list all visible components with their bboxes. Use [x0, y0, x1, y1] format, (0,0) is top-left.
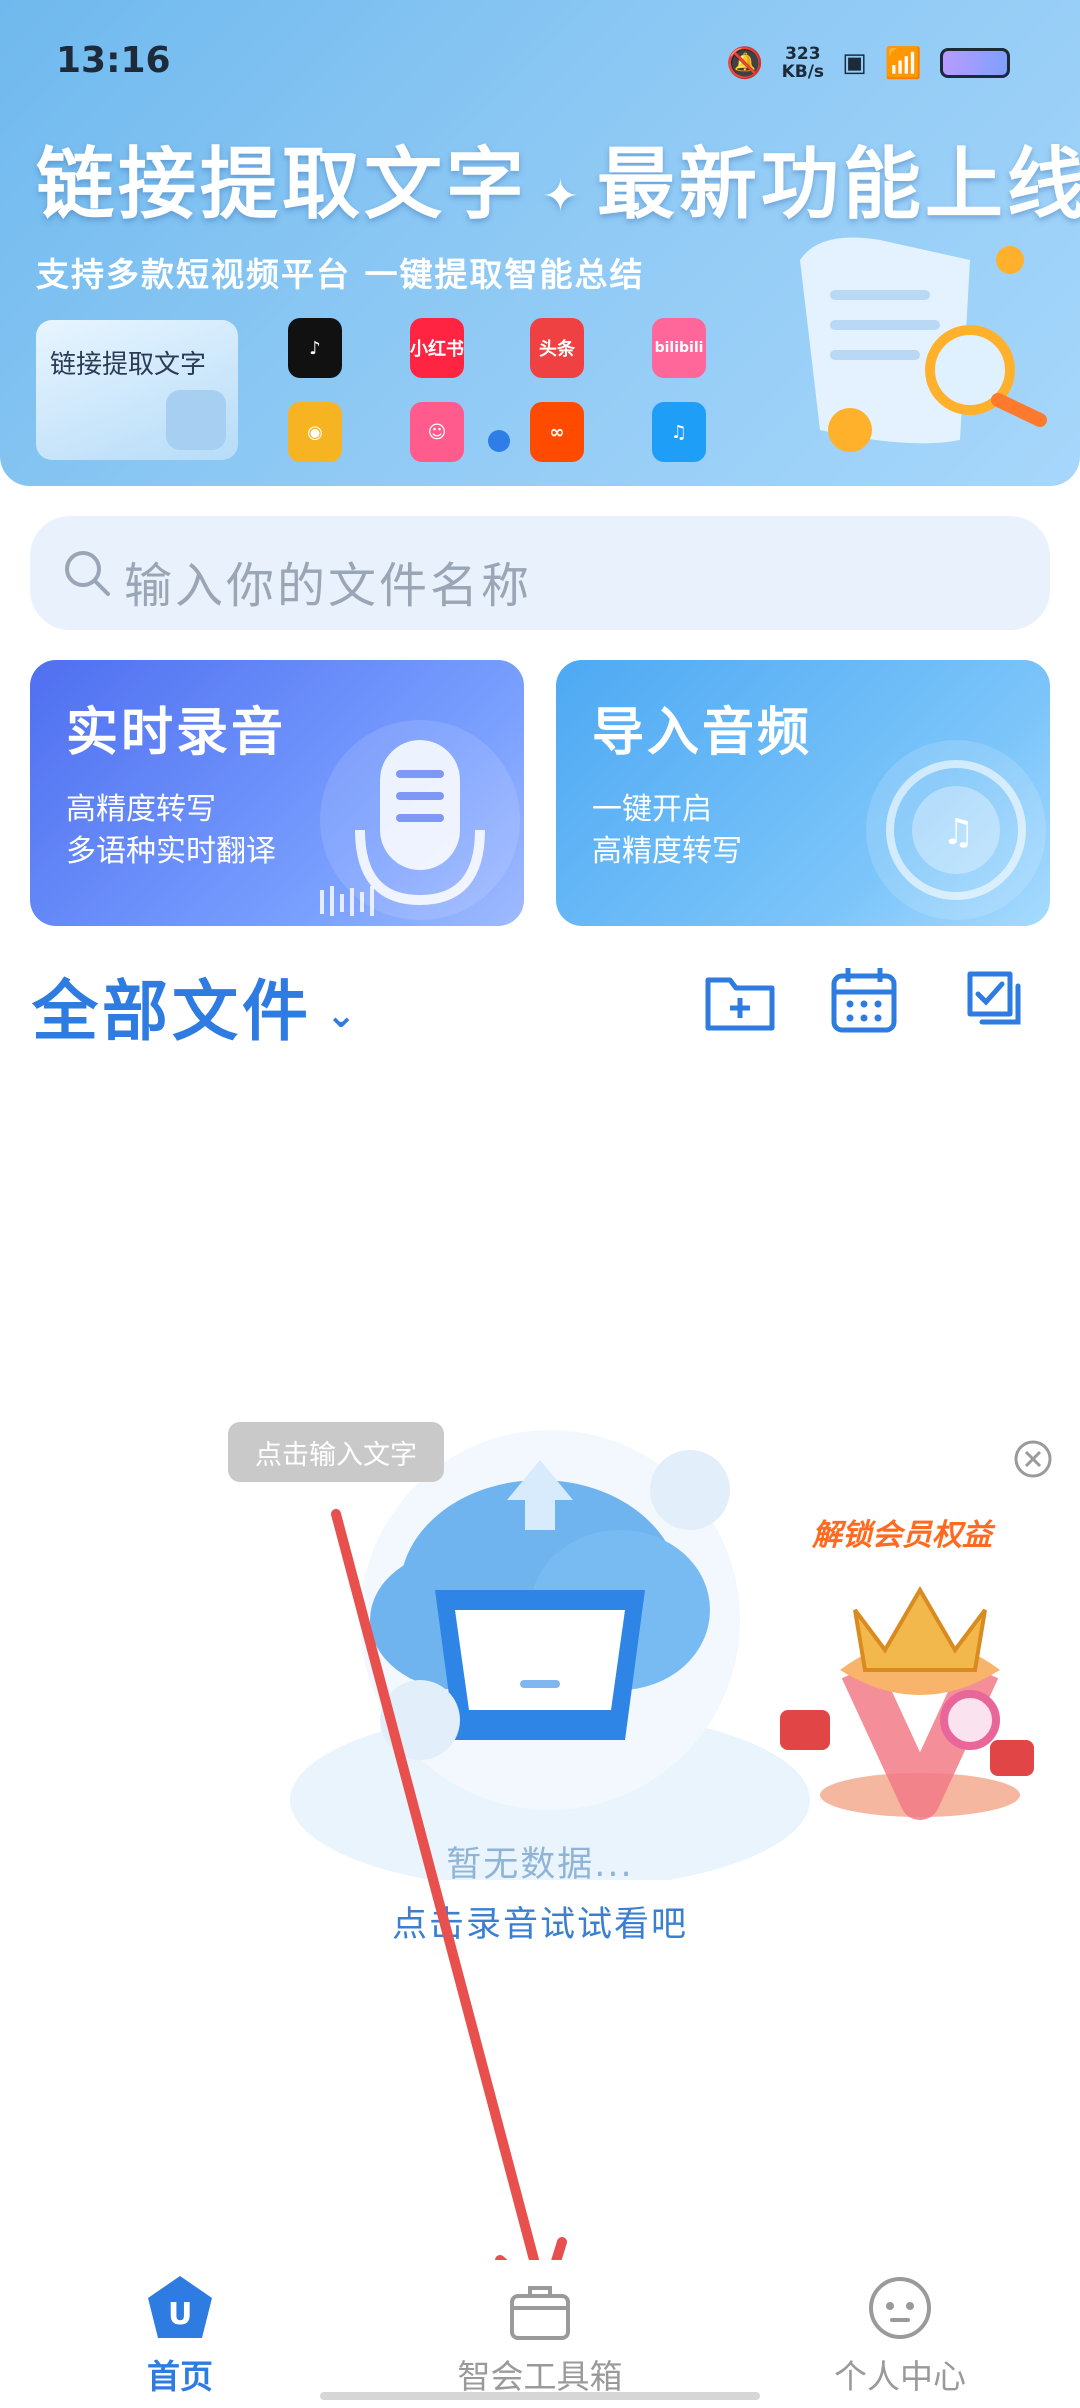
mute-icon: 🔕 [726, 45, 764, 81]
toolbox-icon [510, 2286, 570, 2340]
qq-music-icon: ♫ [652, 402, 706, 462]
link-extract-card[interactable]: 链接提取文字 [36, 320, 238, 460]
promo-banner[interactable]: 13:16 🔕 323 KB/s ▣ 📶 链接提取文字 ✦ 最新功能上线 支持多款短视… [0, 0, 1080, 486]
chevron-down-icon: ⌄ [326, 995, 361, 1037]
import-card-title: 导入音频 [592, 703, 813, 763]
bilibili-icon: bilibili [652, 318, 706, 378]
battery-icon [940, 48, 1010, 78]
kuaishou-icon: ∞ [530, 402, 584, 462]
nav-toolbox-label: 智会工具箱 [457, 2357, 623, 2396]
new-folder-icon[interactable] [700, 960, 780, 1040]
calendar-icon[interactable] [824, 960, 904, 1040]
wifi-icon: 📶 [884, 45, 922, 81]
annotation-arrow [331, 1509, 567, 2305]
import-audio-card[interactable]: ♫ 导入音频 一键开启 高精度转写 [556, 660, 1050, 926]
all-files-dropdown[interactable]: 全部文件 ⌄ [32, 958, 360, 1054]
nav-profile-label: 个人中心 [834, 2357, 966, 2396]
nav-home[interactable]: U 首页 [30, 2260, 330, 2408]
realtime-record-card[interactable]: 实时录音 高精度转写 多语种实时翻译 [30, 660, 524, 926]
record-card-title: 实时录音 [66, 703, 287, 763]
import-card-line1: 一键开启 [592, 792, 712, 827]
weibo-icon: ◉ [288, 402, 342, 462]
nav-toolbox[interactable]: 智会工具箱 [390, 2260, 690, 2408]
import-card-line2: 高精度转写 [592, 834, 742, 869]
audio-file-icon: ♫ [866, 740, 1046, 920]
banner-subtitle: 支持多款短视频平台 一键提取智能总结 [36, 255, 645, 294]
network-speed: 323 KB/s [781, 44, 825, 82]
status-time: 13:16 [56, 40, 171, 81]
record-card-line1: 高精度转写 [66, 792, 216, 827]
close-icon[interactable] [1012, 1438, 1054, 1480]
microphone-icon [320, 720, 520, 920]
nav-home-label: 首页 [147, 2357, 213, 2396]
svg-text:♫: ♫ [942, 812, 974, 853]
search-placeholder: 输入你的文件名称 [124, 558, 533, 614]
crown-vip-icon[interactable] [770, 1550, 1050, 1820]
status-bar-icons: 🔕 323 KB/s ▣ 📶 [726, 40, 1010, 86]
banner-title: 链接提取文字 ✦ 最新功能上线 [36, 140, 1080, 230]
search-icon [65, 551, 110, 596]
xiaohongshu-icon: 小红书 [410, 318, 464, 378]
input-text-hint[interactable]: 点击输入文字 [228, 1422, 444, 1482]
image-icon [166, 390, 226, 450]
pipixia-icon: ☺ [410, 402, 464, 462]
toutiao-icon: 头条 [530, 318, 584, 378]
record-card-line2: 多语种实时翻译 [66, 834, 276, 869]
search-input[interactable]: 输入你的文件名称 [30, 516, 1050, 630]
bottom-navigation: U 首页 智会工具箱 个人中心 [0, 2260, 1080, 2408]
carousel-indicator-dot [488, 430, 510, 452]
home-icon: U [148, 2276, 212, 2338]
link-card-label: 链接提取文字 [50, 350, 207, 380]
sim-icon: ▣ [842, 48, 867, 78]
profile-icon [869, 2277, 931, 2339]
unlock-membership-label[interactable]: 解锁会员权益 [812, 1510, 992, 1554]
multi-select-icon[interactable] [956, 960, 1036, 1040]
gesture-home-bar[interactable] [320, 2392, 760, 2400]
nav-profile[interactable]: 个人中心 [750, 2260, 1050, 2408]
douyin-icon: ♪ [288, 318, 342, 378]
document-magnifier-illustration [800, 237, 1047, 452]
svg-text:U: U [168, 2297, 192, 2332]
